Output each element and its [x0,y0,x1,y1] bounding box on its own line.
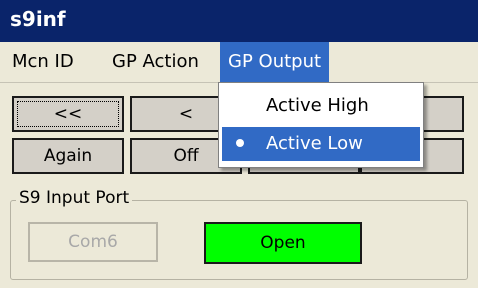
menu-mcn-id[interactable]: Mcn ID [4,42,82,82]
radio-bullet-icon [236,139,244,147]
s9inf-window: s9inf Mcn ID GP Action GP Output << < Ag… [0,0,478,288]
title-bar[interactable]: s9inf [0,0,478,42]
open-button[interactable]: Open [204,222,362,264]
com-port-button[interactable]: Com6 [28,222,158,262]
active-high-label: Active High [266,95,369,116]
menu-item-active-high[interactable]: Active High [222,89,420,123]
rewind-fast-button[interactable]: << [12,96,124,132]
menu-gp-action[interactable]: GP Action [104,42,207,82]
menu-bar: Mcn ID GP Action GP Output [0,42,478,83]
again-button[interactable]: Again [12,138,124,174]
active-low-label: Active Low [266,133,363,154]
gp-output-dropdown: Active High Active Low [218,82,424,168]
menu-gp-output[interactable]: GP Output [220,42,330,82]
menu-item-active-low[interactable]: Active Low [222,127,420,161]
group-label: S9 Input Port [16,188,133,208]
window-title: s9inf [10,7,66,31]
